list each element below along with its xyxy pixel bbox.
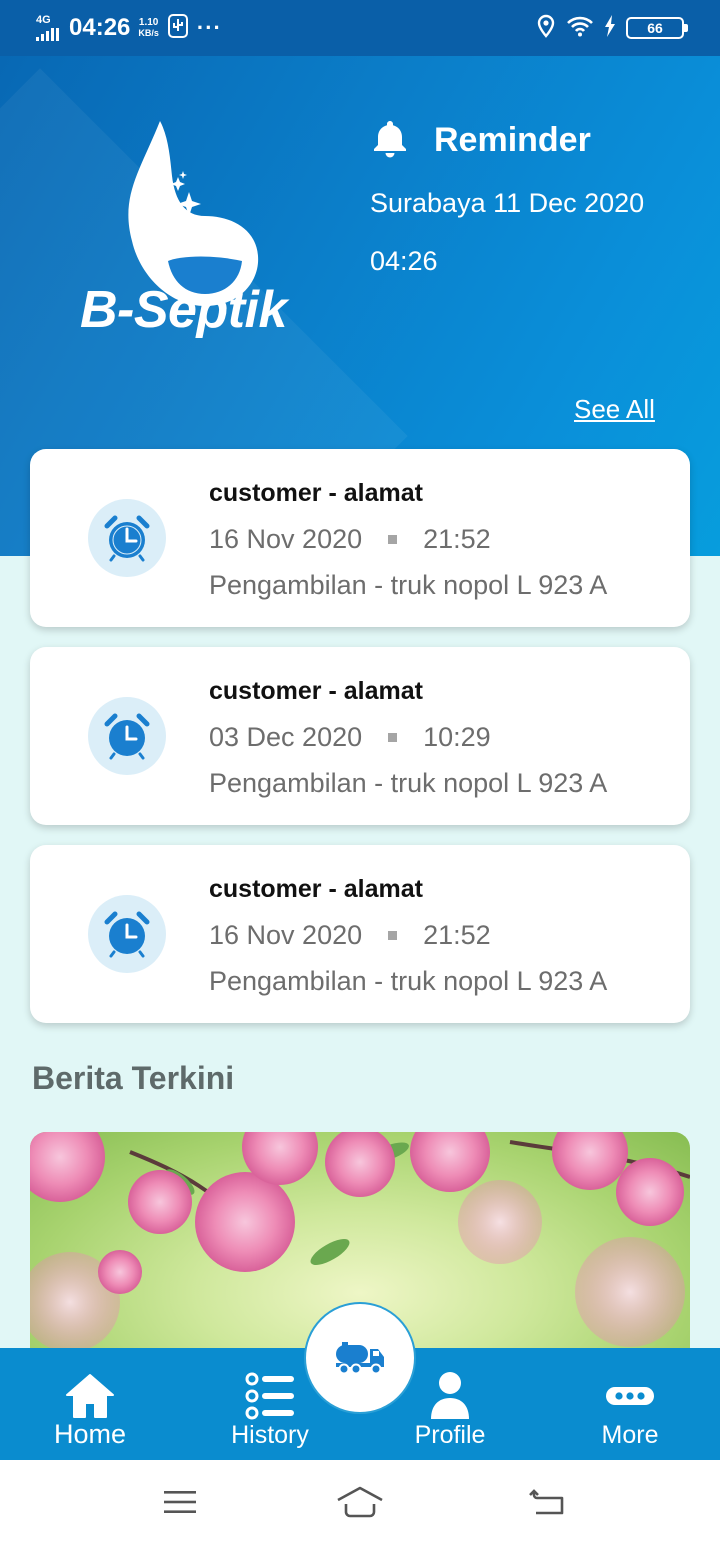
reminder-card-date: 16 Nov 2020 — [209, 524, 363, 554]
nav-home-label: Home — [53, 1419, 127, 1449]
system-navigation-bar — [0, 1460, 720, 1544]
signal-icon: 4G — [36, 15, 59, 41]
alarm-clock-icon — [88, 895, 166, 973]
status-time: 04:26 — [69, 14, 131, 41]
separator-dot — [388, 733, 398, 742]
truck-order-button[interactable] — [304, 1302, 416, 1414]
nav-home[interactable]: Home — [10, 1348, 170, 1460]
reminder-card-time: 10:29 — [423, 722, 491, 752]
app-logo-text: B-Septik — [80, 281, 287, 339]
more-icon — [550, 1368, 710, 1424]
nav-history-label: History — [231, 1421, 309, 1449]
reminder-title: Reminder — [434, 121, 591, 159]
news-section-title: Berita Terkini — [32, 1060, 235, 1096]
reminder-time: 04:26 — [370, 246, 438, 276]
alarm-clock-icon — [88, 499, 166, 577]
reminder-card-title: customer - alamat — [209, 677, 423, 705]
reminder-header: Reminder — [372, 118, 591, 163]
reminder-card[interactable]: customer - alamat 16 Nov 2020 21:52 Peng… — [30, 845, 690, 1023]
back-icon — [529, 1489, 564, 1515]
reminder-card-title: customer - alamat — [209, 875, 423, 903]
network-type: 4G — [36, 14, 51, 26]
recent-apps-button[interactable] — [150, 1482, 210, 1522]
reminder-card[interactable]: customer - alamat 03 Dec 2020 10:29 Peng… — [30, 647, 690, 825]
reminder-card-time: 21:52 — [423, 920, 491, 950]
charging-icon — [604, 14, 616, 42]
reminder-date: Surabaya 11 Dec 2020 — [370, 188, 645, 218]
usb-debug-icon — [167, 13, 189, 44]
separator-dot — [388, 931, 398, 940]
status-bar: 4G 04:26 1.10 KB/s ··· 66 — [0, 0, 720, 56]
nav-profile-label: Profile — [414, 1421, 486, 1449]
alarm-clock-icon — [88, 697, 166, 775]
reminder-card-datetime: 16 Nov 2020 21:52 — [209, 920, 491, 951]
nav-more[interactable]: More — [550, 1348, 710, 1460]
wifi-icon — [566, 15, 594, 42]
menu-icon — [164, 1491, 196, 1513]
home-icon — [10, 1368, 170, 1424]
back-button[interactable] — [518, 1482, 578, 1522]
separator-dot — [388, 535, 398, 544]
reminder-card-title: customer - alamat — [209, 479, 423, 507]
system-home-button[interactable] — [330, 1482, 390, 1522]
reminder-card[interactable]: customer - alamat 16 Nov 2020 21:52 Peng… — [30, 449, 690, 627]
nav-more-label: More — [601, 1421, 659, 1449]
reminder-card-description: Pengambilan - truk nopol L 923 A — [209, 570, 608, 600]
home-outline-icon — [337, 1486, 383, 1518]
reminder-card-description: Pengambilan - truk nopol L 923 A — [209, 966, 608, 996]
reminder-card-date: 03 Dec 2020 — [209, 722, 363, 752]
battery-indicator: 66 — [626, 17, 688, 39]
tanker-truck-icon — [336, 1342, 384, 1375]
reminder-card-time: 21:52 — [423, 524, 491, 554]
see-all-link[interactable]: See All — [574, 394, 655, 425]
reminder-card-description: Pengambilan - truk nopol L 923 A — [209, 768, 608, 798]
reminder-card-datetime: 03 Dec 2020 10:29 — [209, 722, 491, 753]
reminder-card-date: 16 Nov 2020 — [209, 920, 363, 950]
bell-icon — [372, 118, 408, 163]
network-speed: 1.10 KB/s — [138, 17, 159, 39]
reminder-card-datetime: 16 Nov 2020 21:52 — [209, 524, 491, 555]
more-notifications-icon: ··· — [196, 15, 222, 40]
location-icon — [536, 14, 556, 43]
